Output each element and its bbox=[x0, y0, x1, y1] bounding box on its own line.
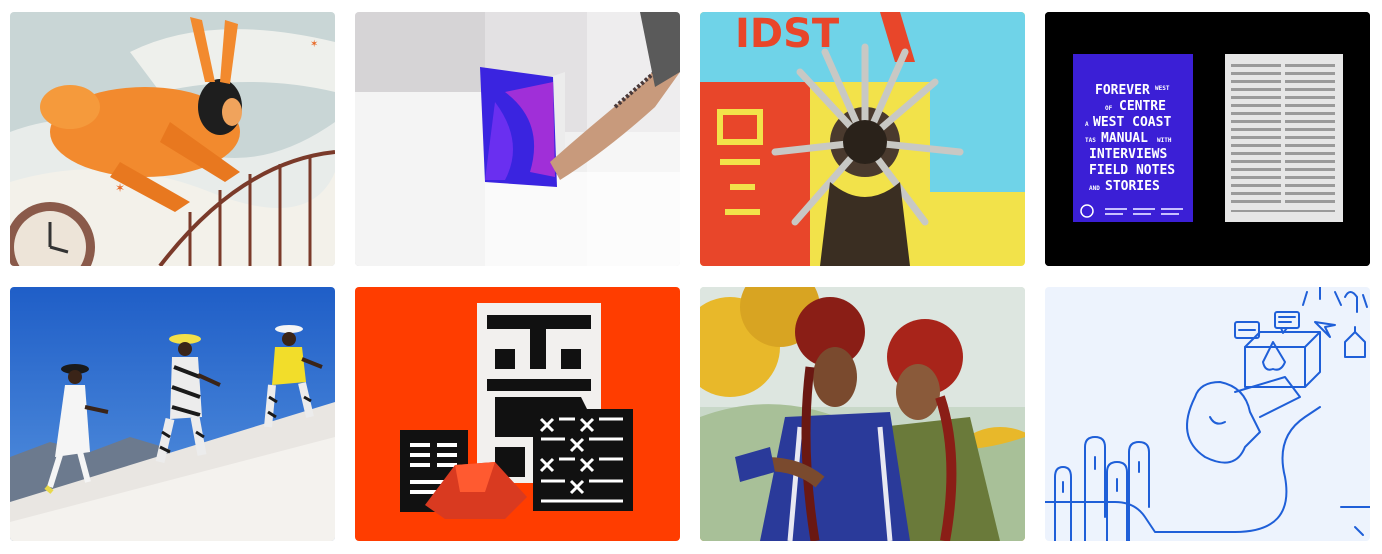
poster-line-interviews: INTERVIEWS bbox=[1089, 147, 1167, 162]
poster-line-manual: MANUAL bbox=[1101, 131, 1148, 146]
type-poster-image bbox=[355, 287, 680, 541]
rabbit-illustration-image: ✶ ✶ bbox=[10, 12, 335, 266]
line-illustration-image bbox=[1045, 287, 1370, 541]
project-grid: ✶ ✶ IDST FOREVER WEST OF CENTRE A WEST C… bbox=[0, 0, 1382, 554]
project-thumbnail-type-poster[interactable] bbox=[355, 287, 680, 541]
project-thumbnail-book-photo[interactable] bbox=[355, 12, 680, 266]
poster-line-west-coast: WEST COAST bbox=[1093, 115, 1171, 130]
poster-line-west-small: WEST bbox=[1155, 85, 1170, 92]
svg-text:✶: ✶ bbox=[310, 39, 318, 50]
poster-line-a: A bbox=[1085, 121, 1089, 128]
project-thumbnail-west-coast-poster[interactable]: FOREVER WEST OF CENTRE A WEST COAST TAS … bbox=[1045, 12, 1370, 266]
project-thumbnail-dune-fashion-photo[interactable] bbox=[10, 287, 335, 541]
poster-line-forever: FOREVER bbox=[1095, 83, 1150, 98]
book-photo-image bbox=[355, 12, 680, 266]
dune-fashion-photo-image bbox=[10, 287, 335, 541]
poster-line-centre: CENTRE bbox=[1119, 99, 1166, 114]
collage-artwork-image: IDST bbox=[700, 12, 1025, 266]
project-thumbnail-rabbit-illustration[interactable]: ✶ ✶ bbox=[10, 12, 335, 266]
west-coast-poster-image: FOREVER WEST OF CENTRE A WEST COAST TAS … bbox=[1045, 12, 1370, 266]
project-thumbnail-collage-artwork[interactable]: IDST bbox=[700, 12, 1025, 266]
poster-line-tas: TAS bbox=[1085, 137, 1096, 144]
character-illustration-image bbox=[700, 287, 1025, 541]
project-thumbnail-line-illustration[interactable] bbox=[1045, 287, 1370, 541]
poster-line-of: OF bbox=[1105, 105, 1113, 112]
poster-line-with: WITH bbox=[1157, 137, 1172, 144]
project-thumbnail-character-illustration[interactable] bbox=[700, 287, 1025, 541]
poster-line-field-notes: FIELD NOTES bbox=[1089, 163, 1175, 178]
svg-text:✶: ✶ bbox=[115, 181, 125, 195]
poster-line-and: AND bbox=[1089, 185, 1100, 192]
poster-line-stories: STORIES bbox=[1105, 179, 1160, 194]
